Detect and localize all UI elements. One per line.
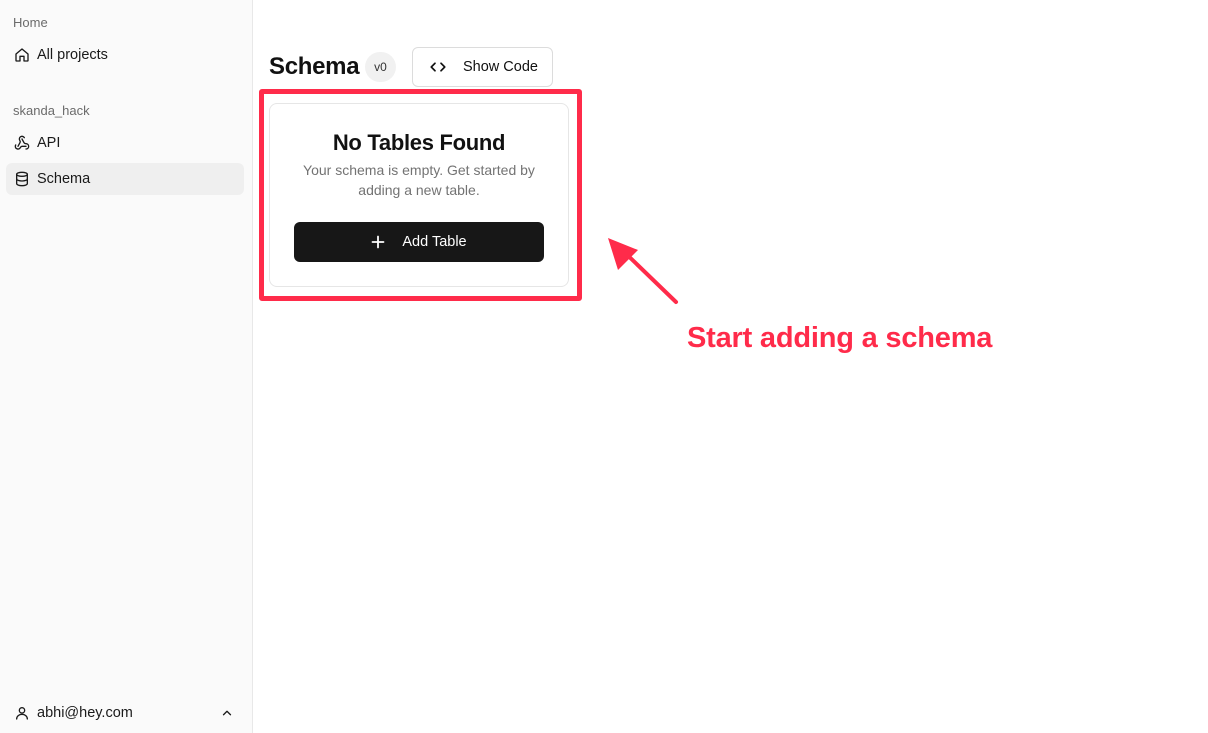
add-table-label: Add Table xyxy=(402,234,467,250)
annotation-text: Start adding a schema xyxy=(687,322,993,354)
home-icon xyxy=(14,47,30,63)
project-group-label: skanda_hack xyxy=(13,103,90,118)
user-icon xyxy=(14,705,30,721)
version-badge: v0 xyxy=(365,52,396,82)
plus-icon xyxy=(371,235,385,249)
add-table-button[interactable]: Add Table xyxy=(294,222,544,262)
code-icon xyxy=(429,59,447,75)
webhook-icon xyxy=(14,135,30,151)
show-code-button[interactable]: Show Code xyxy=(412,47,553,87)
empty-state-title: No Tables Found xyxy=(332,130,506,155)
sidebar-item-label: Schema xyxy=(37,171,91,187)
database-icon xyxy=(14,171,30,187)
sidebar-item-label: All projects xyxy=(37,47,108,63)
user-menu[interactable]: abhi@hey.com xyxy=(6,697,244,729)
home-group-label: Home xyxy=(13,15,48,30)
user-email: abhi@hey.com xyxy=(37,705,133,721)
empty-state-card: No Tables Found Your schema is empty. Ge… xyxy=(269,103,569,287)
empty-state-description: Your schema is empty. Get started by add… xyxy=(303,162,535,198)
chevron-up-icon[interactable] xyxy=(220,706,234,720)
sidebar-item-label: API xyxy=(37,135,61,151)
sidebar-item-schema[interactable]: Schema xyxy=(6,163,244,195)
annotation-arrow-icon xyxy=(608,238,678,304)
sidebar: Home All projects skanda_hack API Schema… xyxy=(0,0,253,733)
show-code-label: Show Code xyxy=(463,59,538,75)
page-title: Schema xyxy=(269,53,360,80)
sidebar-item-all-projects[interactable]: All projects xyxy=(6,39,244,71)
sidebar-item-api[interactable]: API xyxy=(6,127,244,159)
